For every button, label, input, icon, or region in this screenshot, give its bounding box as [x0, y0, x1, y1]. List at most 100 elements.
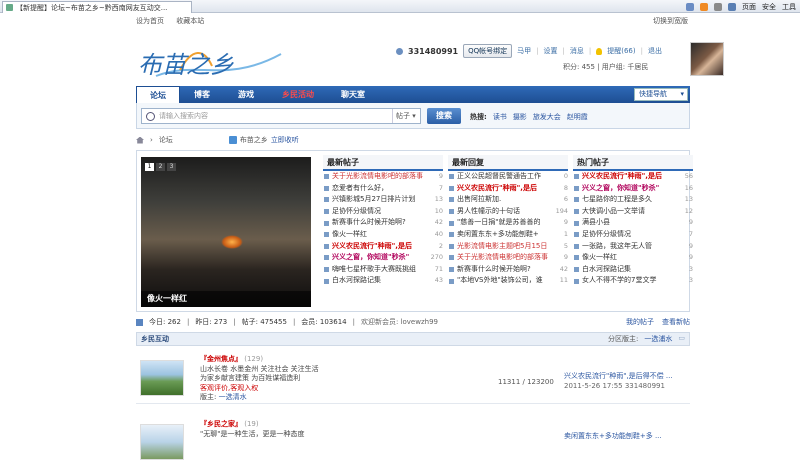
post-title[interactable]: 男人性幢示的十句话	[457, 206, 554, 218]
slide-page[interactable]: 3	[167, 163, 176, 171]
search-input[interactable]: 请输入搜索内容	[159, 111, 392, 121]
post-title[interactable]: 卖闲置东东+多功能刨鞋+	[457, 229, 554, 241]
post-title[interactable]: 兴义之窗，你知道"秒杀"	[582, 183, 679, 195]
list-item[interactable]: 白水河探路记集 43	[323, 275, 443, 287]
section-title[interactable]: 乡民互动	[141, 334, 169, 344]
post-title[interactable]: 新赛事什么时候开始啊?	[457, 264, 554, 276]
user-group[interactable]: 用户组: 千居民	[602, 63, 649, 71]
post-title[interactable]: 兴义之窗，你知道"秒杀"	[332, 252, 429, 264]
list-item[interactable]: 兴镇影城5月27日排片计划 13	[323, 194, 443, 206]
list-item[interactable]: 关于光影流情电影吧的部落事 9	[448, 252, 568, 264]
post-title[interactable]: 像火一样红	[332, 229, 429, 241]
hot-word[interactable]: 旅发大会	[533, 112, 561, 122]
list-item[interactable]: 像火一样红 9	[573, 252, 693, 264]
list-item[interactable]: 兴义农民流行"种雨",是后 2	[323, 241, 443, 253]
browser-tab[interactable]: 【新提醒】论坛~布苗之乡~黔西南网友互动交...	[2, 1, 192, 13]
post-title[interactable]: "慈善一日捐"就是苏善善的	[457, 217, 554, 229]
forum-name[interactable]: 『乡民之家』	[200, 420, 242, 428]
user-link-messages[interactable]: 消息	[570, 46, 584, 56]
stat-welcome[interactable]: 欢迎新会员: lovewzh99	[361, 317, 438, 327]
list-item[interactable]: 一张路，我这年无人管 9	[573, 241, 693, 253]
post-title[interactable]: 兴义农民流行"种雨",是后	[582, 171, 679, 183]
search-button[interactable]: 搜索	[427, 108, 461, 124]
list-item[interactable]: 正义公民超督民警通告工作 0	[448, 171, 568, 183]
page-menu[interactable]: 页面	[742, 2, 756, 12]
set-home-link[interactable]: 设为首页	[136, 17, 164, 25]
last-post-link[interactable]: 兴义农民流行"种雨",是后得不偿 ...	[564, 372, 673, 380]
list-item[interactable]: 嗨唯七星杯歌手大赛既挑组 71	[323, 264, 443, 276]
list-item[interactable]: 像火一样红 40	[323, 229, 443, 241]
nav-item-forum[interactable]: 论坛	[136, 86, 180, 103]
post-title[interactable]: 新赛事什么时候开始啊?	[332, 217, 429, 229]
list-item[interactable]: 兴义农民流行"种雨",是后 8	[448, 183, 568, 195]
list-item[interactable]: 光影流情电影主题吧5月15日 5	[448, 241, 568, 253]
safety-menu[interactable]: 安全	[762, 2, 776, 12]
hot-word[interactable]: 摄影	[513, 112, 527, 122]
reminder-link[interactable]: 提醒(66)	[607, 46, 635, 56]
site-name[interactable]: 布苗之乡	[240, 135, 268, 145]
view-new-link[interactable]: 查看新帖	[662, 317, 690, 327]
post-title[interactable]: 嗨唯七星杯歌手大赛既挑组	[332, 264, 429, 276]
post-title[interactable]: "本地VS外地"装饰公司，谁	[457, 275, 554, 287]
list-item[interactable]: 女人不得不学的7堂文学 3	[573, 275, 693, 287]
list-item[interactable]: 足协怀分级情况 10	[323, 206, 443, 218]
slide-page[interactable]: 2	[156, 163, 165, 171]
post-title[interactable]: 足协怀分级情况	[582, 229, 679, 241]
user-link-settings[interactable]: 设置	[544, 46, 558, 56]
moderator-link[interactable]: 一选浦水	[644, 334, 672, 344]
post-title[interactable]: 像火一样红	[582, 252, 679, 264]
home-icon[interactable]	[136, 136, 144, 144]
tools-menu[interactable]: 工具	[782, 2, 796, 12]
list-item[interactable]: 满县小县 9	[573, 217, 693, 229]
my-posts-link[interactable]: 我的帖子	[626, 317, 654, 327]
list-item[interactable]: 足协怀分级情况 7	[573, 229, 693, 241]
hot-word[interactable]: 赵明霞	[567, 112, 588, 122]
post-title[interactable]: 七星路你的工程是多久	[582, 194, 679, 206]
list-item[interactable]: "慈善一日捐"就是苏善善的 9	[448, 217, 568, 229]
post-title[interactable]: 关于光影流情电影吧的部落事	[332, 171, 429, 183]
post-title[interactable]: 满县小县	[582, 217, 679, 229]
post-title[interactable]: 兴义农民流行"种雨",是后	[332, 241, 429, 253]
search-scope-select[interactable]: 帖子 ▾	[392, 109, 420, 123]
list-item[interactable]: 白水河探路记集 3	[573, 264, 693, 276]
post-title[interactable]: 一张路，我这年无人管	[582, 241, 679, 253]
list-item[interactable]: 出售阿拉斯加. 6	[448, 194, 568, 206]
forum-name[interactable]: 『金州焦点』	[200, 355, 242, 363]
slide-page[interactable]: 1	[145, 163, 154, 171]
quick-nav-button[interactable]: 快捷导航 ▾	[634, 88, 688, 101]
post-title[interactable]: 大侠调小品一文举请	[582, 206, 679, 218]
site-logo[interactable]: 布苗之乡	[136, 40, 286, 82]
avatar[interactable]	[690, 42, 724, 76]
last-post-link[interactable]: 卖闲置东东+多功能刨鞋+多 ...	[564, 432, 662, 440]
nav-item-events[interactable]: 乡民活动	[268, 86, 328, 103]
slideshow[interactable]: 1 2 3 像火一样红	[141, 157, 311, 307]
switch-width-link[interactable]: 切换到宽版	[653, 16, 688, 26]
moderator-link[interactable]: 一选清水	[219, 393, 247, 401]
collapse-icon[interactable]: ▭	[678, 334, 685, 344]
score-text[interactable]: 积分: 455	[563, 63, 595, 71]
post-title[interactable]: 恋爱者有什么好，	[332, 183, 429, 195]
list-item[interactable]: 新赛事什么时候开始啊? 42	[323, 217, 443, 229]
nav-item-chat[interactable]: 聊天室	[328, 86, 378, 103]
forum-thumbnail[interactable]	[140, 360, 184, 396]
post-title[interactable]: 关于光影流情电影吧的部落事	[457, 252, 554, 264]
list-item[interactable]: 新赛事什么时候开始啊? 42	[448, 264, 568, 276]
user-id[interactable]: 331480991	[408, 47, 458, 56]
list-item[interactable]: 恋爱者有什么好， 7	[323, 183, 443, 195]
list-item[interactable]: 大侠调小品一文举请 12	[573, 206, 693, 218]
qq-bind-button[interactable]: QQ帐号绑定	[463, 44, 513, 58]
post-title[interactable]: 正义公民超督民警通告工作	[457, 171, 554, 183]
mail-icon[interactable]	[714, 2, 722, 11]
bookmark-link[interactable]: 收藏本站	[176, 17, 204, 25]
post-title[interactable]: 兴镇影城5月27日排片计划	[332, 194, 429, 206]
post-title[interactable]: 女人不得不学的7堂文学	[582, 275, 679, 287]
post-title[interactable]: 足协怀分级情况	[332, 206, 429, 218]
list-item[interactable]: 兴义农民流行"种雨",是后 56	[573, 171, 693, 183]
list-item[interactable]: 男人性幢示的十句话 194	[448, 206, 568, 218]
list-item[interactable]: 兴义之窗，你知道"秒杀" 16	[573, 183, 693, 195]
rss-icon[interactable]	[700, 2, 708, 11]
user-link-alias[interactable]: 马甲	[517, 46, 531, 56]
breadcrumb-current[interactable]: 论坛	[159, 135, 173, 145]
list-item[interactable]: "本地VS外地"装饰公司，谁 11	[448, 275, 568, 287]
follow-link[interactable]: 立即收听	[271, 135, 299, 145]
